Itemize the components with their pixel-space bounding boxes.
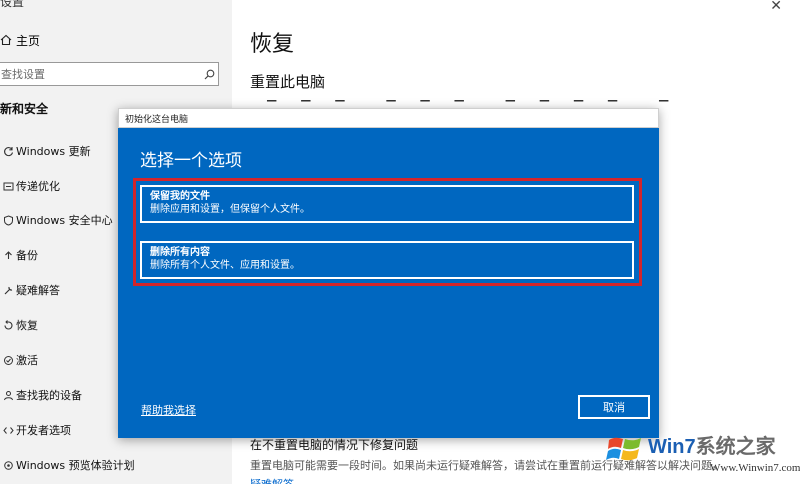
sidebar-item-insider-program[interactable]: Windows 预览体验计划 (0, 454, 232, 476)
close-icon[interactable]: ✕ (770, 0, 782, 14)
search-input[interactable]: 查找设置 (0, 62, 219, 86)
cancel-button[interactable]: 取消 (578, 395, 650, 419)
watermark-brand: Win7系统之家 (648, 436, 776, 458)
option-desc: 删除应用和设置，但保留个人文件。 (150, 204, 310, 215)
section-title: 重置此电脑 (250, 73, 326, 91)
sidebar-home-label: 主页 (16, 33, 41, 48)
wrench-icon (0, 283, 16, 297)
windows-logo-icon (606, 437, 641, 461)
fix-without-reset-title: 在不重置电脑的情况下修复问题 (250, 438, 419, 452)
home-icon (0, 34, 12, 46)
search-placeholder: 查找设置 (1, 68, 45, 81)
sidebar-item-label: 疑难解答 (16, 284, 60, 297)
sidebar-item-label: 传递优化 (16, 180, 60, 193)
option-desc: 删除所有个人文件、应用和设置。 (150, 260, 300, 271)
recovery-icon (0, 318, 16, 332)
sidebar-item-label: 查找我的设备 (16, 389, 82, 402)
keep-my-files-option[interactable]: 保留我的文件 删除应用和设置，但保留个人文件。 (140, 185, 634, 223)
search-icon[interactable] (200, 69, 218, 80)
sidebar-item-label: 开发者选项 (16, 424, 71, 437)
page-title: 恢复 (250, 32, 295, 57)
sidebar-header: 设置 (0, 0, 25, 9)
sidebar-item-label: 激活 (16, 354, 38, 367)
reset-pc-dialog: 初始化这台电脑 选择一个选项 保留我的文件 删除应用和设置，但保留个人文件。 删… (118, 108, 659, 438)
remove-everything-option[interactable]: 删除所有内容 删除所有个人文件、应用和设置。 (140, 241, 634, 279)
watermark: Win7系统之家 Www.Winwin7.com (598, 430, 800, 484)
insider-icon (0, 458, 16, 472)
option-title: 删除所有内容 (150, 247, 210, 258)
delivery-icon (0, 179, 16, 193)
sidebar-item-label: 备份 (16, 249, 38, 262)
sidebar-item-label: Windows 安全中心 (16, 214, 113, 227)
backup-icon (0, 248, 16, 262)
developer-icon (0, 423, 16, 437)
watermark-url: Www.Winwin7.com (710, 462, 800, 474)
shield-icon (0, 213, 16, 227)
check-circle-icon (0, 353, 16, 367)
option-title: 保留我的文件 (150, 191, 210, 202)
sidebar-home[interactable]: 主页 (0, 30, 40, 50)
sidebar-section-title: 更新和安全 (0, 102, 49, 116)
dialog-heading: 选择一个选项 (140, 151, 242, 171)
sync-icon (0, 144, 16, 158)
troubleshoot-link[interactable]: 疑难解答 (250, 476, 294, 484)
help-me-choose-link[interactable]: 帮助我选择 (141, 402, 196, 418)
person-locate-icon (0, 388, 16, 402)
sidebar-item-label: Windows 更新 (16, 145, 91, 158)
dialog-titlebar: 初始化这台电脑 (118, 108, 659, 128)
sidebar-item-label: 恢复 (16, 319, 38, 332)
sidebar-item-label: Windows 预览体验计划 (16, 459, 135, 472)
